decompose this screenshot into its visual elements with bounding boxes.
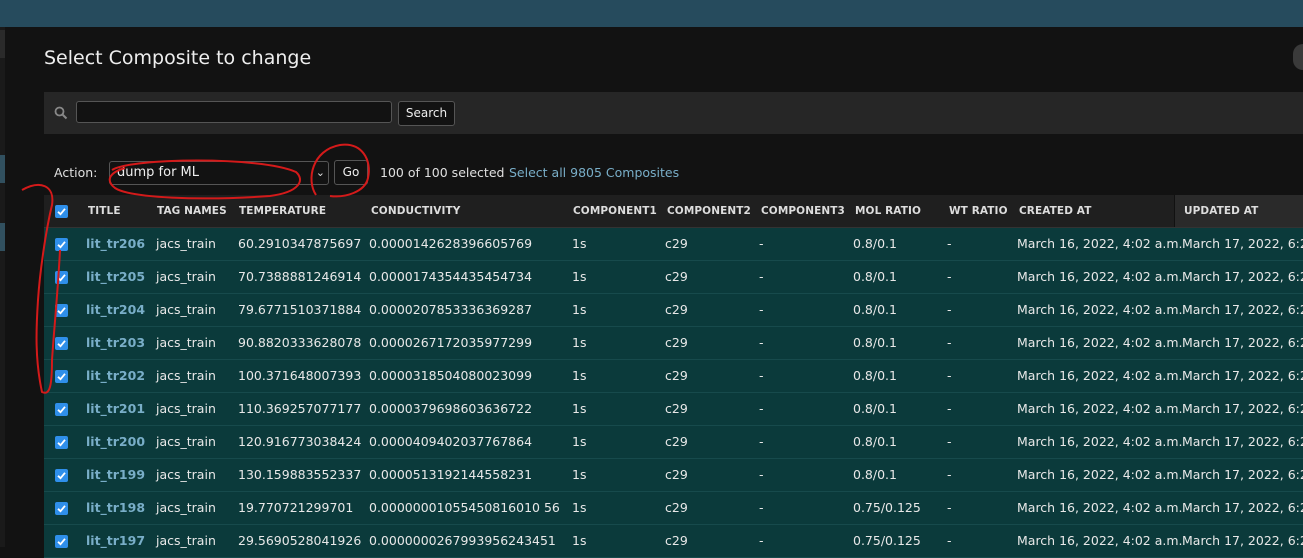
annotation-loop-checkboxes <box>21 184 61 394</box>
red-annotation-overlay <box>21 143 370 394</box>
annotation-circle-go <box>310 143 370 198</box>
annotation-circle-action <box>108 159 301 200</box>
